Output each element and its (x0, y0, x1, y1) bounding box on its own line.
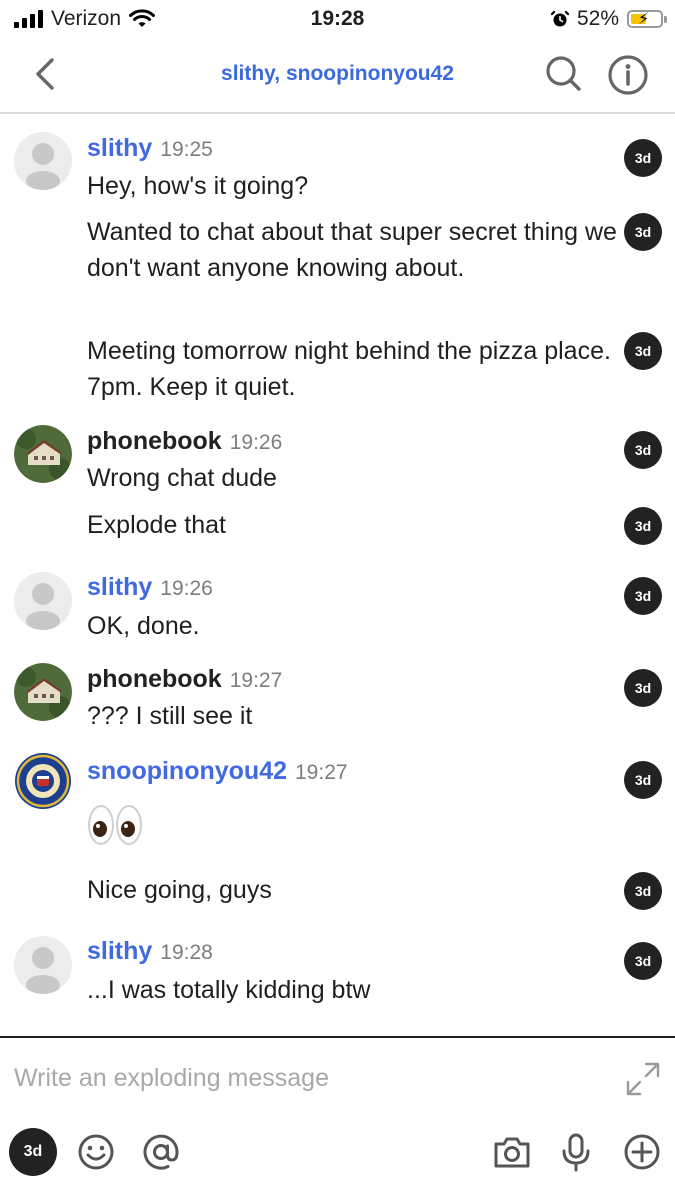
message-header: slithy 19:25 (87, 134, 213, 163)
mention-button[interactable] (139, 1130, 183, 1174)
message-time: 19:25 (160, 138, 213, 161)
search-icon[interactable] (543, 53, 583, 93)
info-icon[interactable] (606, 53, 650, 97)
expand-icon[interactable] (624, 1060, 662, 1098)
camera-button[interactable] (490, 1130, 534, 1174)
message-time: 19:26 (229, 431, 283, 454)
emoji-icon (78, 1134, 114, 1170)
message-text: Wrong chat dude (87, 464, 277, 492)
message-header: phonebook 19:27 (87, 665, 282, 694)
chat-header: slithy, snoopinonyou42 (0, 40, 675, 114)
avatar-house-photo[interactable] (14, 425, 72, 483)
explode-timer-badge[interactable]: 3d (624, 669, 662, 707)
message-text: ??? I still see it (87, 702, 253, 730)
message-time: 19:26 (160, 577, 213, 600)
message-header: slithy 19:26 (87, 573, 213, 602)
avatar-default[interactable] (14, 132, 72, 190)
microphone-button[interactable] (554, 1130, 598, 1174)
explode-timer-badge[interactable]: 3d (624, 761, 662, 799)
message-text: OK, done. (87, 612, 200, 640)
author-name[interactable]: phonebook (87, 665, 222, 693)
avatar-house-photo[interactable] (14, 663, 72, 721)
explode-timer-badge[interactable]: 3d (624, 507, 662, 545)
status-bar: Verizon 19:28 52% ⚡ (0, 0, 675, 40)
message-text: Meeting tomorrow night behind the pizza … (87, 337, 611, 401)
message-input[interactable] (14, 1058, 594, 1098)
camera-icon (494, 1137, 530, 1168)
message-header: snoopinonyou42 19:27 (87, 757, 348, 786)
explode-timer-badge[interactable]: 3d (624, 942, 662, 980)
add-button[interactable] (620, 1130, 664, 1174)
message-text: Wanted to chat about that super secret t… (87, 218, 617, 282)
avatar-default[interactable] (14, 936, 72, 994)
explode-timer-badge[interactable]: 3d (624, 332, 662, 370)
message-list[interactable]: slithy 19:25 3d Hey, how's it going? 3d W… (0, 116, 675, 1036)
message-composer: 3d (0, 1036, 675, 1200)
mention-icon (143, 1134, 179, 1170)
explode-timer-button[interactable]: 3d (9, 1128, 57, 1176)
explode-timer-badge[interactable]: 3d (624, 872, 662, 910)
avatar-default[interactable] (14, 572, 72, 630)
explode-timer-badge[interactable]: 3d (624, 139, 662, 177)
message-header: slithy 19:28 (87, 937, 213, 966)
explode-timer-badge[interactable]: 3d (624, 577, 662, 615)
author-name[interactable]: snoopinonyou42 (87, 757, 287, 785)
add-icon (624, 1134, 660, 1170)
battery-percent: 52% (576, 7, 619, 30)
message-time: 19:27 (295, 761, 348, 784)
message-time: 19:28 (160, 941, 213, 964)
alarm-icon (550, 10, 569, 27)
eyes-emoji (88, 805, 142, 845)
message-time: 19:27 (229, 669, 283, 692)
author-name[interactable]: slithy (87, 937, 152, 965)
author-name[interactable]: phonebook (87, 427, 222, 455)
author-name[interactable]: slithy (87, 573, 152, 601)
author-name[interactable]: slithy (87, 134, 152, 162)
avatar-seal[interactable] (14, 752, 72, 810)
message-text: Hey, how's it going? (87, 172, 309, 200)
emoji-button[interactable] (74, 1130, 118, 1174)
explode-timer-badge[interactable]: 3d (624, 431, 662, 469)
message-text: Explode that (87, 511, 226, 539)
message-header: phonebook 19:26 (87, 427, 282, 456)
message-text: ...I was totally kidding btw (87, 976, 371, 1004)
microphone-icon (562, 1133, 590, 1172)
battery-icon: ⚡ (627, 10, 667, 28)
status-right: 52% ⚡ (550, 7, 667, 31)
explode-timer-badge[interactable]: 3d (624, 213, 662, 251)
message-text: Nice going, guys (87, 876, 272, 904)
